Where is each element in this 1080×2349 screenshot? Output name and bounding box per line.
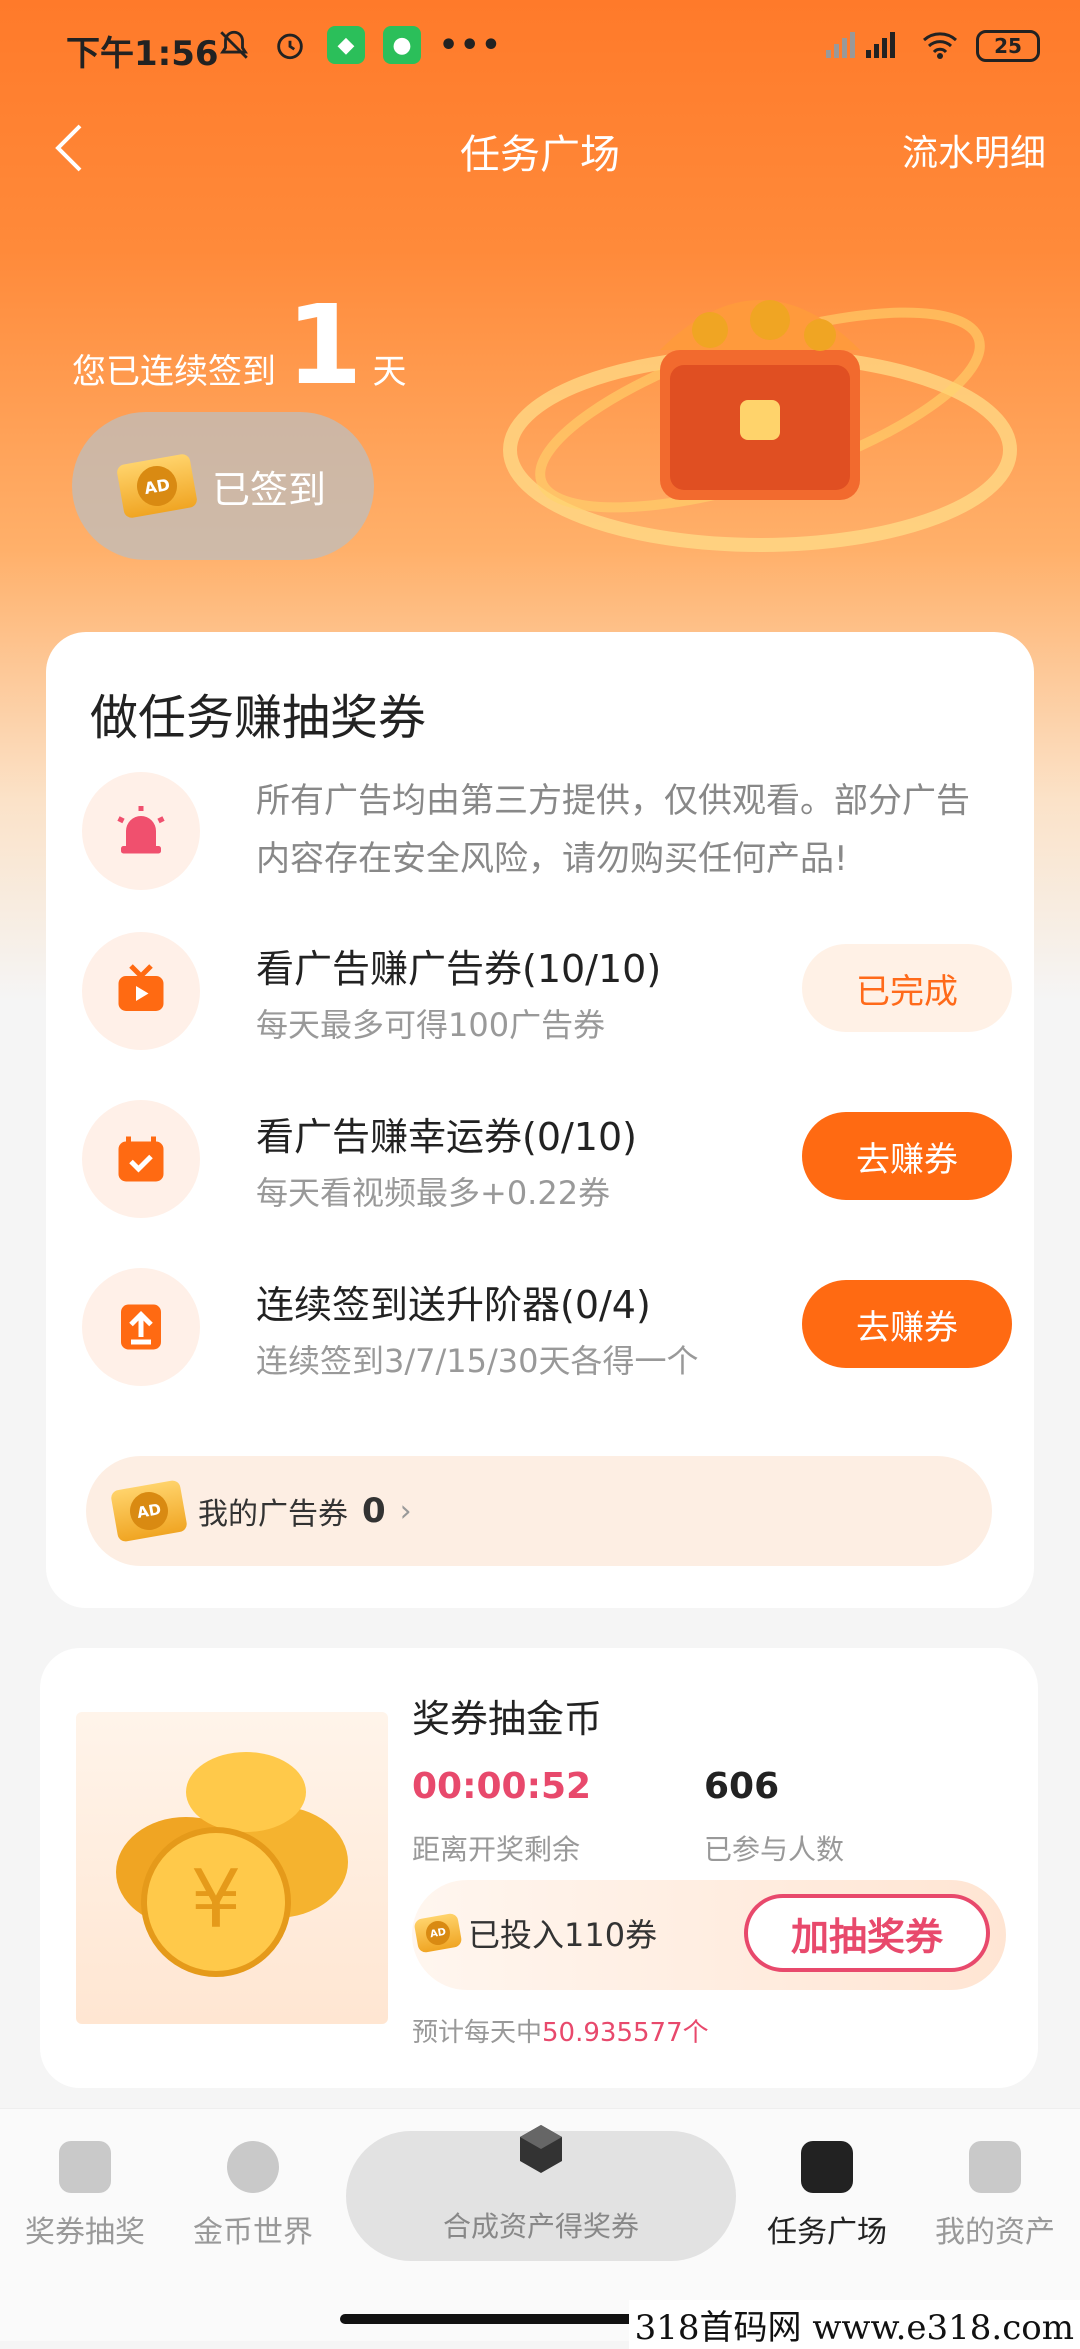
checkin-streak: 您已连续签到 1 天 — [72, 290, 407, 400]
ad-ticket-icon: AD — [115, 452, 199, 520]
clipboard-icon — [801, 2141, 853, 2193]
task-title: 连续签到送升阶器(0/4) — [256, 1283, 651, 1327]
tab-lottery[interactable]: 奖券抽奖 — [0, 2141, 170, 2251]
tab-label: 合成资产得奖券 — [442, 2210, 639, 2243]
checkin-prefix: 您已连续签到 — [72, 352, 276, 392]
tab-task-plaza[interactable]: 任务广场 — [742, 2141, 912, 2251]
upload-arrow-icon — [82, 1268, 200, 1386]
shield-app-icon: ◆ — [327, 26, 365, 64]
forecast-prefix: 预计每天中 — [412, 2018, 543, 2048]
checkin-days: 1 — [286, 281, 363, 409]
earn-tickets-button[interactable]: 去赚券 — [802, 1112, 1012, 1200]
task-row: 连续签到送升阶器(0/4) 连续签到3/7/15/30天各得一个 去赚券 — [82, 1268, 1012, 1418]
checked-in-label: 已签到 — [211, 467, 326, 512]
forecast-value: 50.935577个 — [542, 2018, 709, 2048]
add-tickets-button[interactable]: 加抽奖券 — [744, 1894, 990, 1972]
checked-in-button[interactable]: AD 已签到 — [72, 412, 374, 560]
treasure-chest-illustration — [503, 300, 1017, 552]
task-card: 做任务赚抽奖券 所有广告均由第三方提供，仅供观看。部分广告内容存在安全风险，请勿… — [46, 632, 1034, 1608]
nav-bar: 任务广场 流水明细 — [0, 110, 1080, 190]
battery-indicator: 25 — [976, 30, 1040, 62]
countdown-timer: 00:00:52 — [412, 1766, 592, 1807]
chevron-right-icon: › — [399, 1493, 412, 1529]
yen-coin-icon — [227, 2141, 279, 2193]
calendar-check-icon — [82, 1100, 200, 1218]
ad-notice: 所有广告均由第三方提供，仅供观看。部分广告内容存在安全风险，请勿购买任何产品! — [82, 772, 1012, 922]
task-desc: 每天看视频最多+0.22券 — [256, 1174, 611, 1212]
ad-ticket-icon: AD — [110, 1479, 188, 1543]
tab-my-assets[interactable]: 我的资产 — [910, 2141, 1080, 2251]
tab-label: 奖券抽奖 — [25, 2215, 145, 2250]
task-desc: 每天最多可得100广告券 — [256, 1006, 606, 1044]
tab-label: 我的资产 — [935, 2215, 1055, 2250]
my-tickets-label: 我的广告券 — [198, 1497, 348, 1532]
participants-count: 606 — [704, 1766, 780, 1807]
transaction-details-link[interactable]: 流水明细 — [902, 124, 1046, 176]
task-desc: 连续签到3/7/15/30天各得一个 — [256, 1342, 699, 1380]
checkin-suffix: 天 — [372, 352, 407, 392]
invested-bar: AD 已投入110券 加抽奖券 — [412, 1880, 1006, 1990]
wifi-icon — [920, 28, 960, 64]
alarm-icon — [271, 26, 309, 64]
ad-notice-text: 所有广告均由第三方提供，仅供观看。部分广告内容存在安全风险，请勿购买任何产品! — [256, 781, 970, 879]
my-ad-tickets-link[interactable]: AD 我的广告券 0 › — [86, 1456, 992, 1566]
tab-label: 金币世界 — [193, 2215, 313, 2250]
ad-ticket-icon: AD — [413, 1912, 463, 1954]
status-time: 下午1:56 — [66, 34, 219, 74]
participants-label: 已参与人数 — [704, 1833, 845, 1866]
tab-label: 任务广场 — [767, 2215, 887, 2250]
gold-coins-image: ¥ — [76, 1712, 388, 2024]
more-notifications-icon: ••• — [439, 27, 503, 63]
status-icons-left: ◆ ● ••• — [215, 26, 503, 64]
alarm-light-icon — [82, 772, 200, 890]
earn-tickets-button[interactable]: 去赚券 — [802, 1280, 1012, 1368]
wallet-icon — [969, 2141, 1021, 2193]
watermark: 318首码网 www.e318.com — [628, 2300, 1080, 2349]
signal-icon — [824, 28, 904, 64]
tab-synthesize-assets[interactable]: 合成资产得奖券 — [346, 2125, 736, 2261]
bell-muted-icon — [215, 26, 253, 64]
gift-box-icon — [59, 2141, 111, 2193]
tv-play-icon — [82, 932, 200, 1050]
task-card-header: 做任务赚抽奖券 — [90, 690, 427, 746]
daily-forecast: 预计每天中50.935577个 — [412, 2012, 709, 2049]
coin-draw-card: ¥ 奖券抽金币 00:00:52 距离开奖剩余 606 已参与人数 AD 已投入… — [40, 1648, 1038, 2088]
task-title: 看广告赚广告券(10/10) — [256, 947, 662, 991]
task-title: 看广告赚幸运券(0/10) — [256, 1115, 637, 1159]
cube-icon — [520, 2125, 562, 2173]
svg-text:¥: ¥ — [191, 1853, 242, 1946]
task-completed-button[interactable]: 已完成 — [802, 944, 1012, 1032]
tab-coin-world[interactable]: 金币世界 — [168, 2141, 338, 2251]
status-icons-right: 25 — [824, 28, 1040, 64]
task-row: 看广告赚广告券(10/10) 每天最多可得100广告券 已完成 — [82, 932, 1012, 1082]
wechat-icon: ● — [383, 26, 421, 64]
my-tickets-count: 0 — [362, 1491, 386, 1531]
invested-label: 已投入110券 — [468, 1916, 658, 1954]
draw-title: 奖券抽金币 — [412, 1697, 603, 1741]
invested-info: AD 已投入110券 — [413, 1910, 658, 1956]
countdown-label: 距离开奖剩余 — [412, 1833, 581, 1866]
task-row: 看广告赚幸运券(0/10) 每天看视频最多+0.22券 去赚券 — [82, 1100, 1012, 1250]
status-bar: 下午1:56 ◆ ● ••• 25 — [0, 0, 1080, 96]
